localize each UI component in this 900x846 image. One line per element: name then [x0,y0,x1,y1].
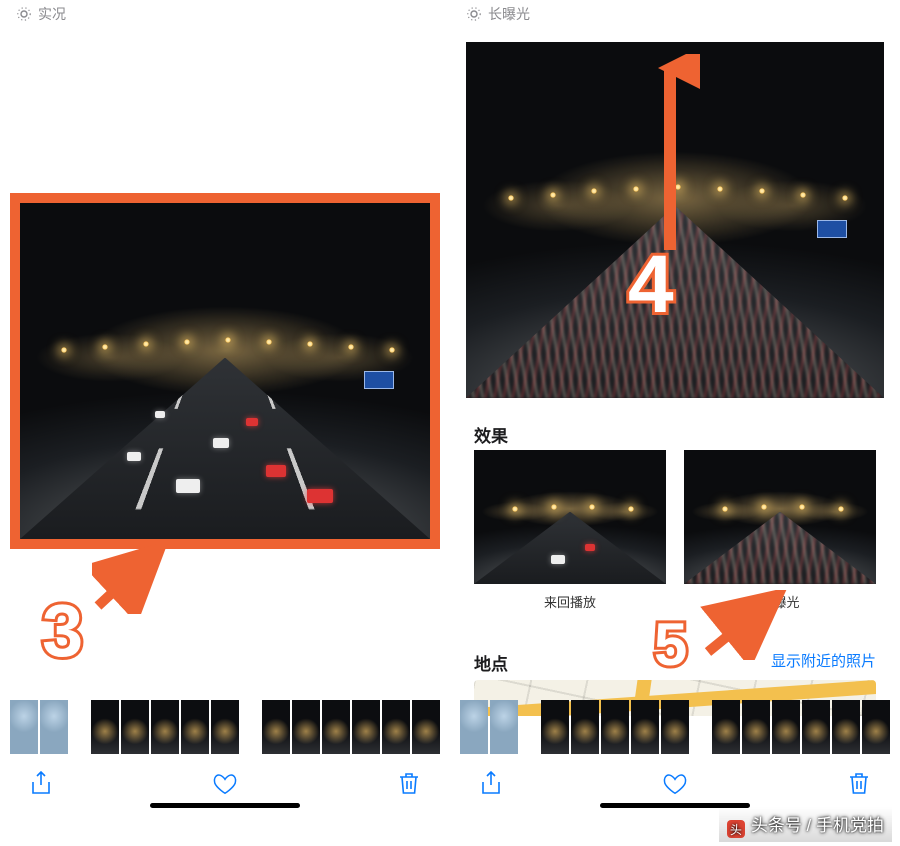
heart-icon [662,771,688,797]
delete-button[interactable] [846,771,872,797]
effect-loop[interactable]: 来回播放 [474,450,666,622]
watermark-logo-icon: 头 [727,820,745,838]
heart-icon [212,771,238,797]
live-photo-label: 长曝光 [488,4,530,24]
share-icon [480,771,502,797]
annotation-arrow-4 [640,54,700,254]
share-icon [30,771,52,797]
live-photo-icon [16,6,32,22]
thumbnail-scrubber[interactable] [10,700,440,754]
live-photo-icon [466,6,482,22]
home-indicator[interactable] [150,803,300,808]
left-screenshot: 实况 [2,0,448,814]
annotation-step-3: 3 [42,588,83,673]
effect-loop-label: 来回播放 [544,592,596,611]
place-section-title: 地点 [474,650,508,675]
delete-button[interactable] [396,771,422,797]
effects-section-title: 效果 [474,422,508,447]
watermark-text: 头条号 / 手机党拍 [751,816,884,835]
bottom-toolbar [452,762,898,806]
favorite-button[interactable] [212,771,238,797]
screenshot-divider [449,0,453,814]
favorite-button[interactable] [662,771,688,797]
thumbnail-scrubber[interactable] [460,700,890,754]
annotation-arrow-5 [700,590,790,660]
annotation-step-5: 5 [654,610,687,679]
watermark: 头头条号 / 手机党拍 [719,807,892,843]
live-photo-badge: 实况 [16,4,66,24]
share-button[interactable] [28,771,54,797]
live-photo-badge: 长曝光 [466,4,530,24]
main-photo-highlighted[interactable] [10,193,440,549]
trash-icon [848,771,870,797]
trash-icon [398,771,420,797]
live-photo-label: 实况 [38,4,66,24]
bottom-toolbar [2,762,448,806]
annotation-arrow-3 [92,544,172,614]
share-button[interactable] [478,771,504,797]
effects-row: 来回播放 长曝光 [474,450,876,622]
